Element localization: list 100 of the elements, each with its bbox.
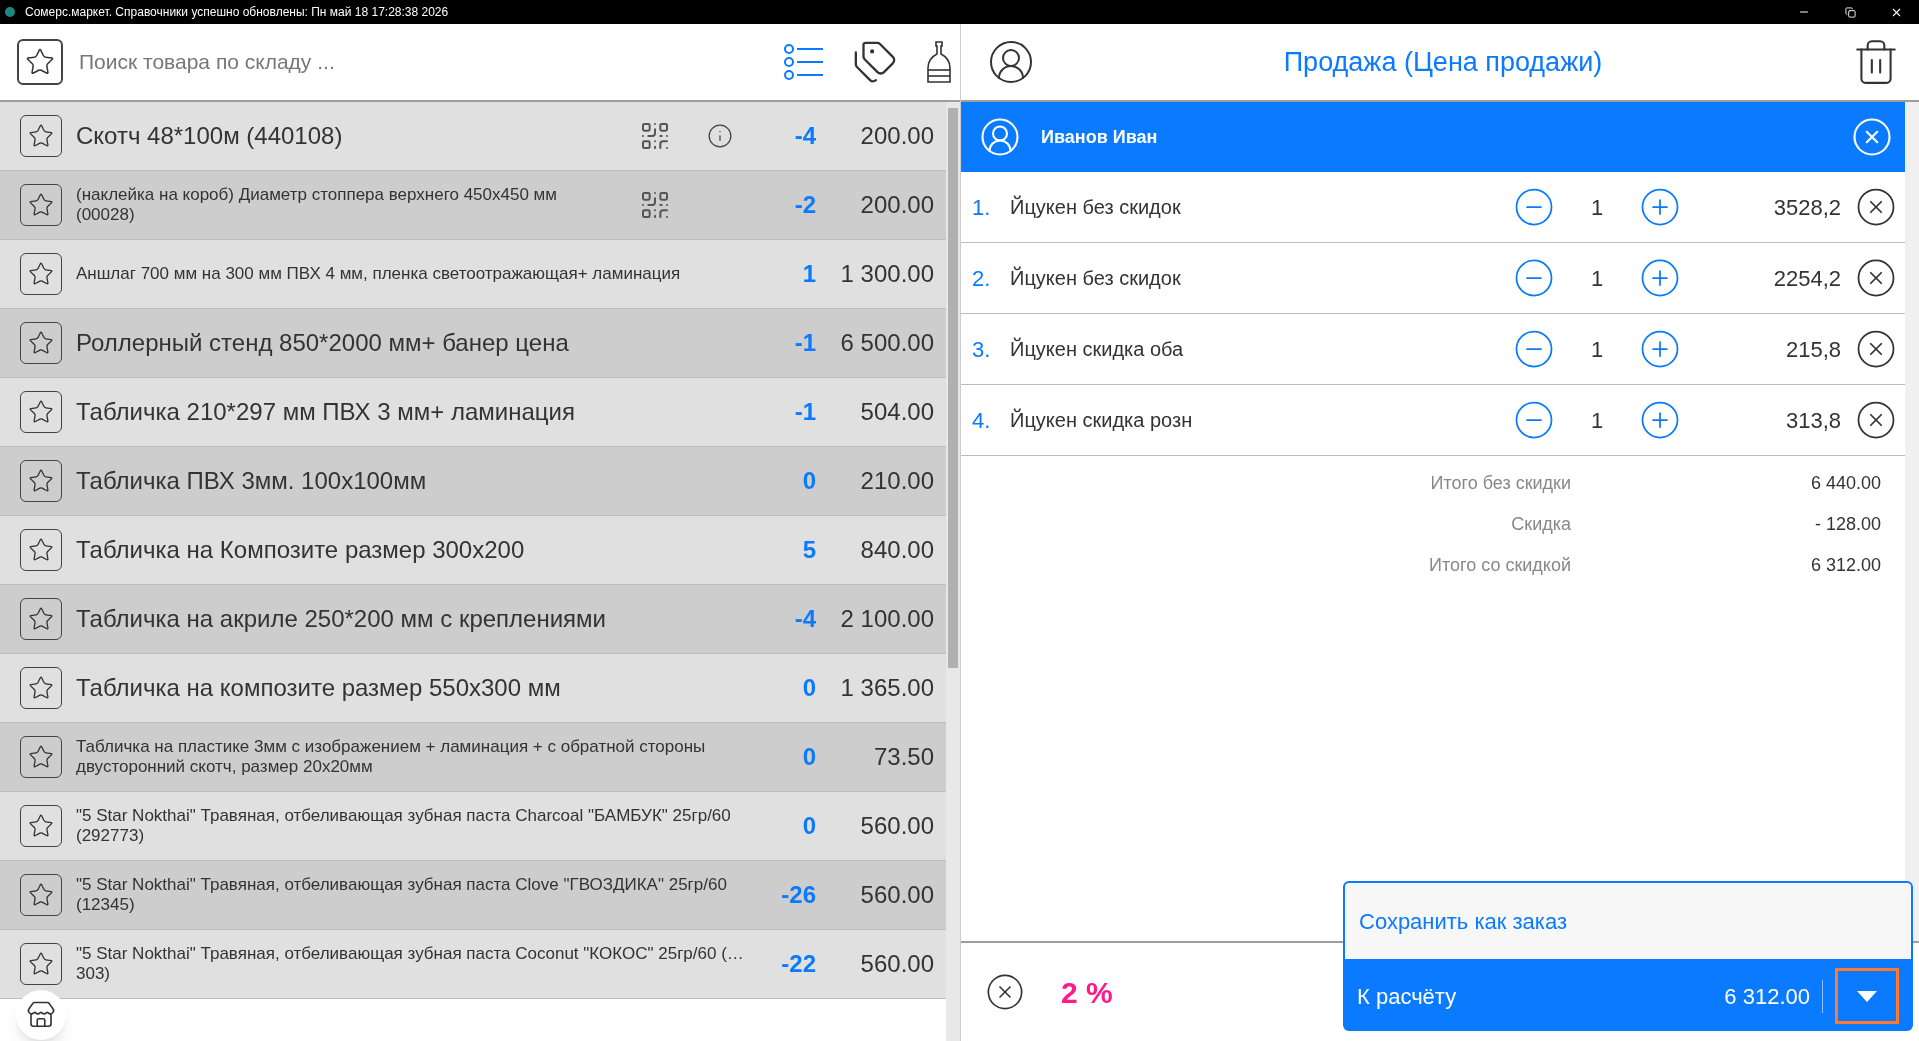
product-name: Табличка на композите размер 550x300 мм [76,673,561,703]
product-name: "5 Star Nokthai" Травяная, отбеливающая зубная паста Charcoal "БАМБУК" 25гр/60 (292773) [76,806,732,846]
star-icon [28,537,54,563]
plus-circle-icon[interactable] [1639,399,1681,441]
stock-quantity: 0 [801,673,816,703]
minus-circle-icon[interactable] [1513,328,1555,370]
favorites-button[interactable] [17,39,63,85]
info-icon[interactable] [707,123,733,149]
star-icon [28,330,54,356]
star-icon [28,606,54,632]
window-title: Сомерс.маркет. Справочники успешно обновлены: Пн май 18 17:28:38 2026 [25,4,449,21]
plus-circle-icon[interactable] [1639,186,1681,228]
item-price: 3528,2 [1772,193,1841,222]
product-price: 73.50 [872,742,935,772]
star-icon [28,468,54,494]
favorite-star-button[interactable] [20,391,62,433]
close-icon[interactable] [1855,328,1897,370]
favorite-star-button[interactable] [20,253,62,295]
product-price: 6 500.00 [839,328,935,358]
scrollbar-thumb[interactable] [948,108,958,668]
product-name: Роллерный стенд 850*2000 мм+ банер цена [76,328,569,358]
caret-icon [1857,990,1877,1002]
item-name: Йцукен без скидок [1010,265,1182,291]
qr-code-icon[interactable] [639,120,671,152]
tags-icon[interactable] [852,39,898,85]
item-price: 313,8 [1784,406,1841,435]
product-price: 200.00 [859,121,935,151]
favorite-star-button[interactable] [20,460,62,502]
minus-circle-icon[interactable] [1513,186,1555,228]
total-label: Скидка [1510,513,1571,536]
discount-percent: 2 % [1061,974,1113,1011]
restore-icon[interactable] [1844,6,1856,18]
close-icon[interactable] [1855,186,1897,228]
dropdown-toggle-button[interactable] [1835,968,1899,1024]
checkout-button[interactable]: К расчёту 6 312.00 [1343,961,1913,1031]
favorite-star-button[interactable] [20,184,62,226]
star-icon [25,47,55,77]
minus-circle-icon[interactable] [1513,257,1555,299]
stock-quantity: 0 [801,811,816,841]
favorite-star-button[interactable] [20,322,62,364]
favorite-star-button[interactable] [20,115,62,157]
close-icon[interactable] [1855,399,1897,441]
star-icon [28,192,54,218]
item-price: 2254,2 [1772,264,1841,293]
stock-quantity: 0 [801,466,816,496]
product-name: Табличка на пластике 3мм с изображением + ламинация + с обратной стороны двусторонний скотч, размер 20x20мм [76,737,707,777]
stock-quantity: -26 [780,880,816,910]
minus-circle-icon[interactable] [1513,399,1555,441]
stock-quantity: -1 [793,328,816,358]
item-quantity: 1 [1589,335,1605,364]
product-name: Аншлаг 700 мм на 300 мм ПВХ 4 мм, пленка светоотражающая+ ламинация [76,264,682,284]
qr-code-icon[interactable] [639,189,671,221]
item-name: Йцукен скидка розн [1010,407,1194,433]
stock-quantity: -4 [793,121,816,151]
item-name: Йцукен скидка оба [1010,336,1185,362]
product-name: Табличка 210*297 мм ПВХ 3 мм+ ламинация [76,397,575,427]
favorite-star-button[interactable] [20,598,62,640]
item-number: 2. [972,264,992,293]
product-price: 504.00 [859,397,935,427]
item-quantity: 1 [1589,406,1605,435]
customer-icon[interactable] [987,38,1035,86]
close-icon[interactable] [985,972,1025,1012]
product-name: Скотч 48*100м (440108) [76,121,343,151]
list-icon[interactable] [784,44,824,80]
search-field[interactable]: Поиск товара по складу ... [79,46,784,78]
star-icon [28,813,54,839]
total-value: 6 440.00 [1809,472,1881,495]
star-icon [28,744,54,770]
favorite-star-button[interactable] [20,805,62,847]
customer-avatar-icon [979,116,1021,158]
plus-circle-icon[interactable] [1639,328,1681,370]
product-price: 560.00 [859,949,935,979]
product-price: 560.00 [859,811,935,841]
star-icon [28,261,54,287]
star-icon [28,123,54,149]
favorite-star-button[interactable] [20,874,62,916]
favorite-star-button[interactable] [20,943,62,985]
close-icon[interactable] [1855,257,1897,299]
product-name: "5 Star Nokthai" Травяная, отбеливающая зубная паста Clove "ГВОЗДИКА" 25гр/60 (12345) [76,875,728,915]
plus-circle-icon[interactable] [1639,257,1681,299]
checkout-label[interactable]: К расчёту [1357,979,1457,1013]
item-number: 4. [972,406,992,435]
star-icon [28,882,54,908]
product-name: (наклейка на короб) Диаметр стоппера верхнего 450x450 мм (00028) [76,185,558,225]
favorite-star-button[interactable] [20,529,62,571]
customer-name: Иванов Иван [1041,125,1158,149]
checkout-amount: 6 312.00 [1724,979,1823,1013]
stock-quantity: -4 [793,604,816,634]
product-name: Табличка на акриле 250*200 мм с креплениями [76,604,606,634]
star-icon [28,951,54,977]
save-as-order-option[interactable]: Сохранить как заказ [1343,881,1913,961]
store-icon [26,1000,56,1030]
bottle-icon[interactable] [926,40,952,84]
stock-quantity: 5 [801,535,816,565]
favorite-star-button[interactable] [20,667,62,709]
product-price: 1 365.00 [839,673,935,703]
favorite-star-button[interactable] [20,736,62,778]
total-label: Итого без скидки [1429,472,1571,495]
star-icon [28,399,54,425]
product-name: Табличка ПВХ 3мм. 100x100мм [76,466,427,496]
